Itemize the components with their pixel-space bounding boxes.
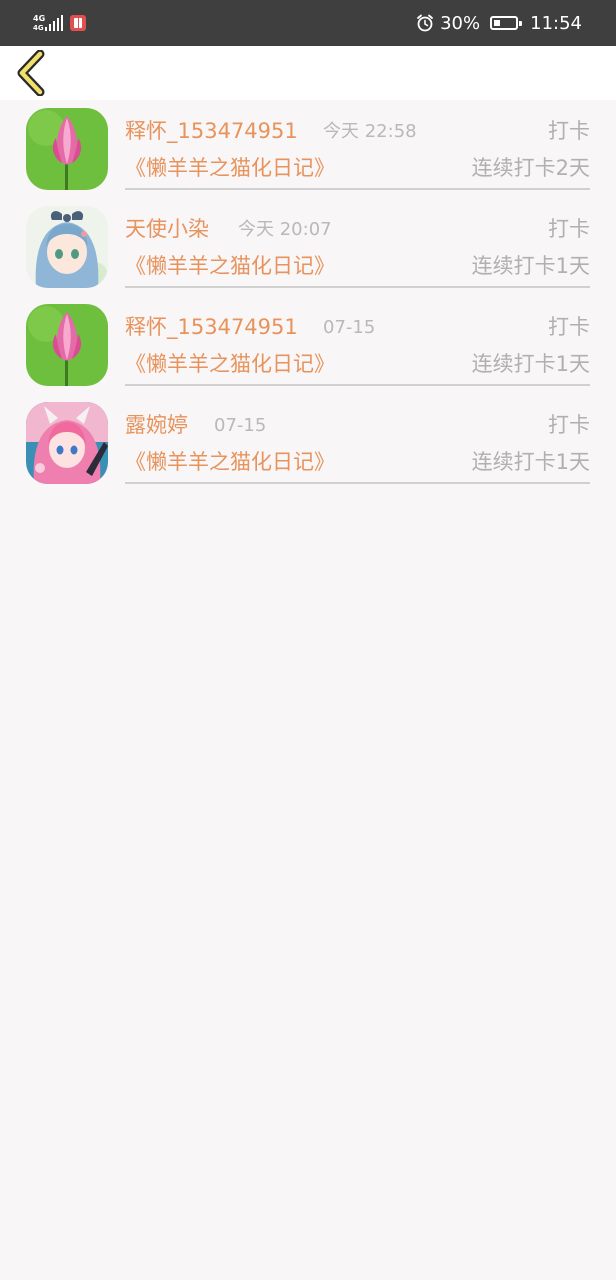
notification-app-icon [70,15,86,31]
user-name[interactable]: 天使小染 [125,215,209,243]
list-item[interactable]: 露婉婷 07-15 打卡 《懒羊羊之猫化日记》 连续打卡1天 [0,394,616,492]
streak-count: 连续打卡1天 [471,450,590,474]
app-header [0,46,616,100]
list-item[interactable]: 天使小染 今天 20:07 打卡 《懒羊羊之猫化日记》 连续打卡1天 [0,198,616,296]
network-type-sub-label: 4G [33,24,44,32]
clock: 11:54 [530,12,582,34]
battery-icon [490,16,523,30]
checkin-action-label: 打卡 [548,217,590,241]
checkin-time: 07-15 [214,415,267,436]
checkin-action-label: 打卡 [548,413,590,437]
alarm-icon [417,14,434,32]
book-title[interactable]: 《懒羊羊之猫化日记》 [125,154,335,182]
avatar[interactable] [26,108,108,190]
avatar[interactable] [26,304,108,386]
lotus-avatar-icon [26,108,108,190]
user-name[interactable]: 露婉婷 [125,411,188,439]
status-right: 30% 11:54 [416,10,582,36]
book-title[interactable]: 《懒羊羊之猫化日记》 [125,350,335,378]
anime-girl-blue-avatar-icon [26,206,108,288]
row-divider [125,188,590,190]
checkin-time: 今天 20:07 [238,219,332,240]
list-item[interactable]: 释怀_153474951 今天 22:58 打卡 《懒羊羊之猫化日记》 连续打卡… [0,100,616,198]
list-item[interactable]: 释怀_153474951 07-15 打卡 《懒羊羊之猫化日记》 连续打卡1天 [0,296,616,394]
status-bar: 4G 4G 30% 11:54 [0,0,616,46]
checkin-action-label: 打卡 [548,315,590,339]
checkin-time: 今天 22:58 [323,121,417,142]
chevron-left-icon[interactable] [10,50,56,96]
avatar[interactable] [26,206,108,288]
user-name[interactable]: 释怀_153474951 [125,117,298,145]
battery-percent: 30% [440,12,481,34]
network-type-label: 4G [33,14,46,23]
avatar[interactable] [26,402,108,484]
checkin-time: 07-15 [323,317,376,338]
lotus-avatar-icon [26,304,108,386]
streak-count: 连续打卡1天 [471,352,590,376]
checkin-list: 释怀_153474951 今天 22:58 打卡 《懒羊羊之猫化日记》 连续打卡… [0,100,616,492]
signal-icon: 4G 4G [32,12,64,34]
row-divider [125,286,590,288]
book-title[interactable]: 《懒羊羊之猫化日记》 [125,252,335,280]
user-name[interactable]: 释怀_153474951 [125,313,298,341]
status-left: 4G 4G [32,10,86,36]
signal-bars [45,15,63,31]
battery-fill [494,20,501,26]
checkin-action-label: 打卡 [548,119,590,143]
streak-count: 连续打卡2天 [471,156,590,180]
row-divider [125,482,590,484]
anime-girl-pink-avatar-icon [26,402,108,484]
book-title[interactable]: 《懒羊羊之猫化日记》 [125,448,335,476]
row-divider [125,384,590,386]
streak-count: 连续打卡1天 [471,254,590,278]
